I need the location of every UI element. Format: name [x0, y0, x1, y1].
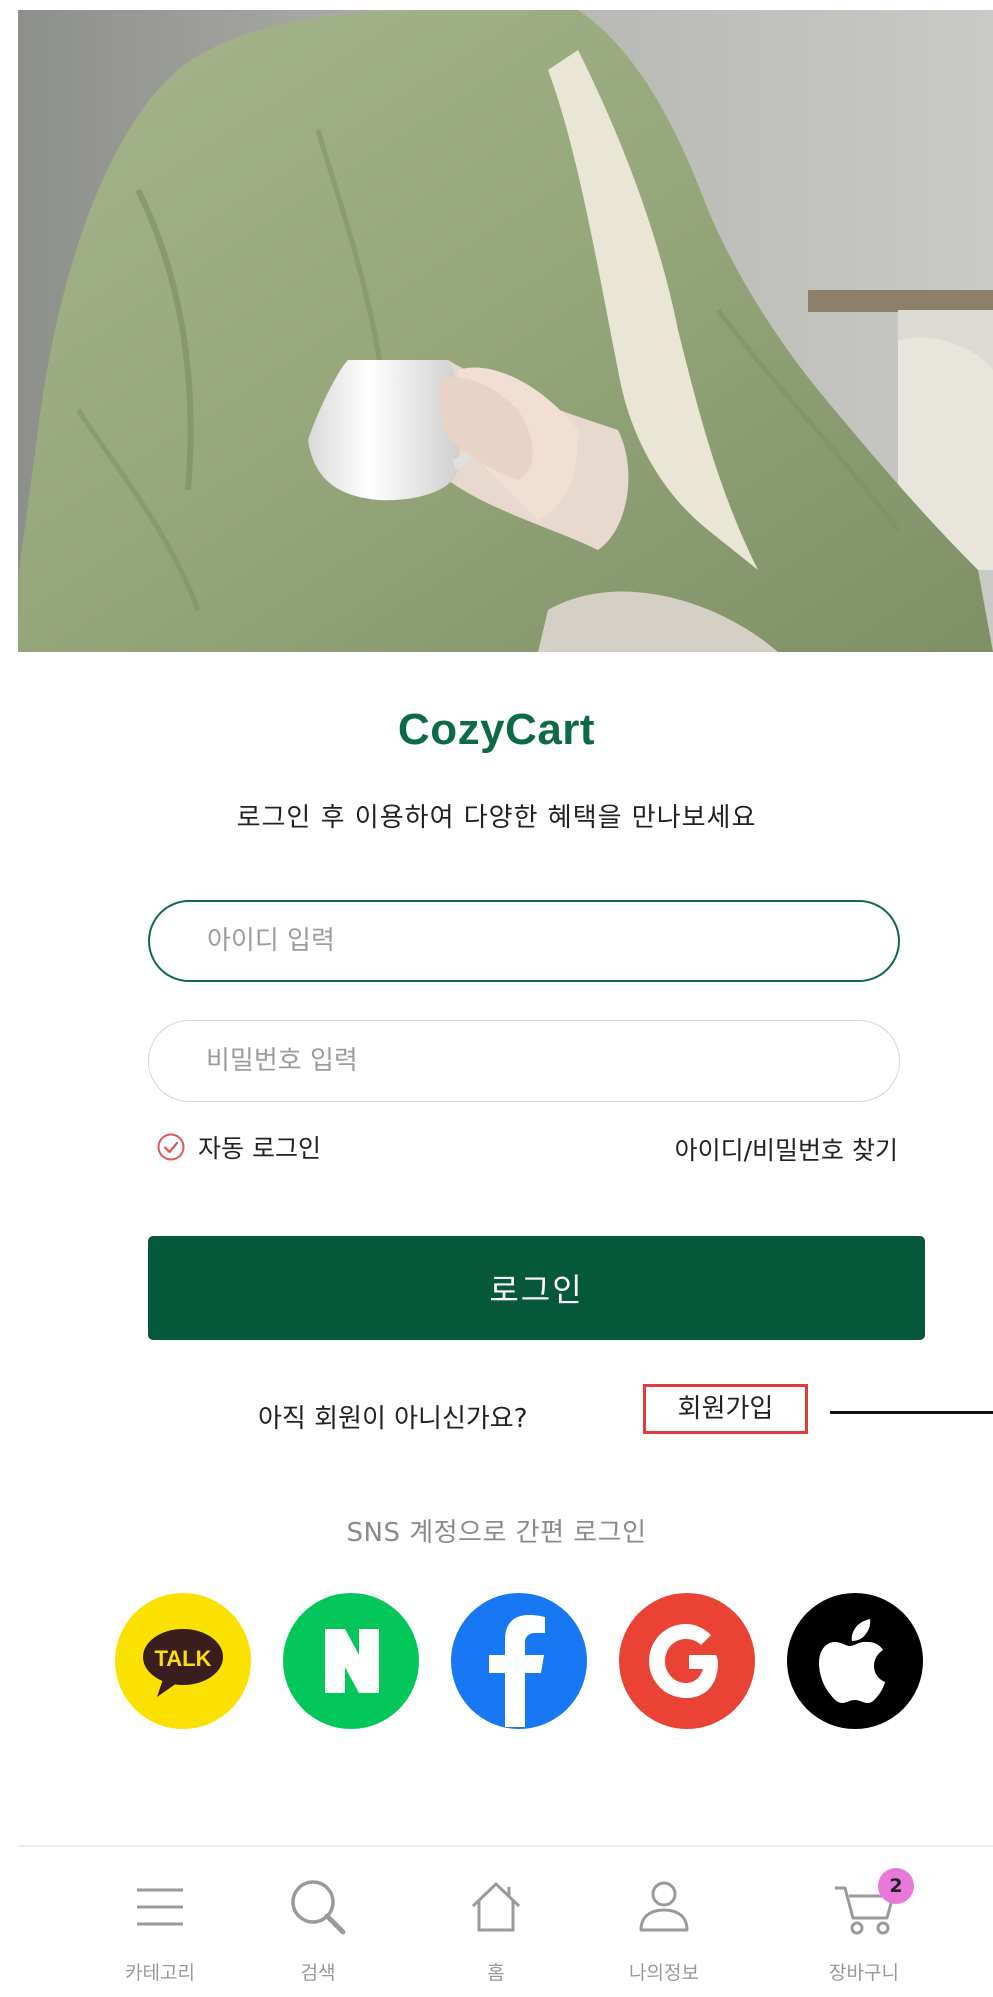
google-login-button[interactable] — [619, 1593, 755, 1729]
tab-search-label: 검색 — [300, 1962, 336, 1984]
signup-link[interactable]: 회원가입 — [643, 1384, 808, 1434]
user-id-field[interactable] — [148, 900, 900, 982]
check-circle-icon — [157, 1133, 185, 1161]
tab-search[interactable]: 검색 — [233, 1848, 403, 1997]
auto-login-checkbox[interactable]: 자동 로그인 — [156, 1129, 321, 1165]
svg-text:TALK: TALK — [154, 1646, 211, 1671]
login-options-row: 자동 로그인 아이디/비밀번호 찾기 — [156, 1129, 898, 1173]
naver-icon — [283, 1593, 419, 1729]
brand-title: CozyCart — [397, 705, 596, 754]
login-tagline: 로그인 후 이용하여 다양한 혜택을 만나보세요 — [236, 803, 757, 833]
kakao-talk-icon: TALK — [115, 1593, 251, 1729]
annotation-pointer-line — [830, 1411, 993, 1414]
apple-login-button[interactable] — [787, 1593, 923, 1729]
tab-cart[interactable]: 2 장바구니 — [779, 1848, 949, 1997]
tab-home-label: 홈 — [487, 1962, 505, 1984]
sns-login-buttons: TALK — [115, 1593, 925, 1733]
bottom-tab-bar: 카테고리 검색 홈 나의정보 2 장바구니 — [0, 1848, 993, 1997]
sns-login-title: SNS 계정으로 간편 로그인 — [346, 1518, 647, 1548]
find-account-link[interactable]: 아이디/비밀번호 찾기 — [675, 1131, 898, 1167]
auto-login-label: 자동 로그인 — [198, 1134, 321, 1163]
search-icon — [291, 1880, 346, 1935]
password-input[interactable] — [149, 1021, 899, 1101]
tab-cart-label: 장바구니 — [829, 1962, 899, 1984]
login-button[interactable]: 로그인 — [148, 1236, 925, 1340]
kakao-login-button[interactable]: TALK — [115, 1593, 251, 1729]
menu-icon — [137, 1888, 183, 1926]
user-id-input[interactable] — [150, 902, 898, 980]
home-icon — [471, 1882, 521, 1932]
google-icon — [619, 1593, 755, 1729]
signup-question: 아직 회원이 아니신가요? — [258, 1404, 528, 1434]
apple-icon — [787, 1593, 923, 1729]
facebook-icon — [451, 1593, 587, 1729]
password-field[interactable] — [148, 1020, 900, 1102]
facebook-login-button[interactable] — [451, 1593, 587, 1729]
signup-row: 아직 회원이 아니신가요? 회원가입 — [0, 1384, 993, 1444]
tab-category-label: 카테고리 — [125, 1962, 195, 1984]
tab-home[interactable]: 홈 — [411, 1848, 581, 1997]
naver-login-button[interactable] — [283, 1593, 419, 1729]
tab-category[interactable]: 카테고리 — [75, 1848, 245, 1997]
login-page: CozyCart 로그인 후 이용하여 다양한 혜택을 만나보세요 자동 로그인… — [0, 0, 993, 1997]
user-icon — [639, 1881, 689, 1932]
tabbar-divider — [18, 1845, 993, 1847]
tab-my-info-label: 나의정보 — [629, 1962, 699, 1984]
tab-my-info[interactable]: 나의정보 — [579, 1848, 749, 1997]
cart-count-badge: 2 — [878, 1868, 914, 1904]
hero-image — [18, 10, 993, 652]
hero-illustration — [18, 10, 993, 652]
